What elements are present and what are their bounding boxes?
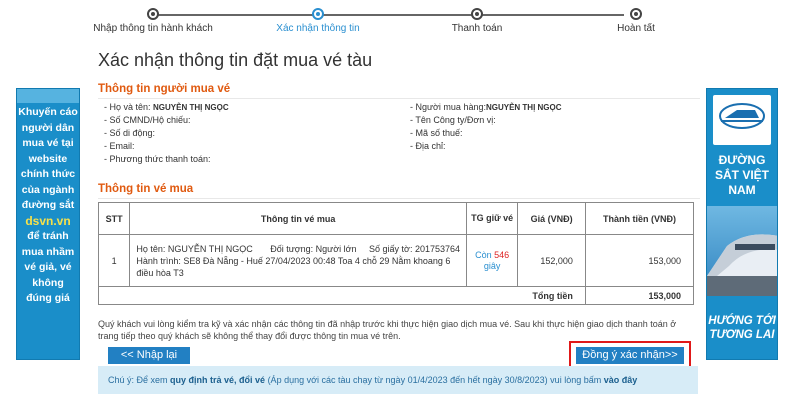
col-hold-time: TG giữ vé — [466, 202, 519, 235]
total-label: Tổng tiền — [98, 286, 586, 305]
page-title: Xác nhận thông tin đặt mua vé tàu — [98, 50, 373, 70]
right-ad-banner[interactable]: ĐƯỜNG SẮT VIỆT NAM HƯỚNG TỚI TƯƠNG LAI — [706, 88, 778, 360]
step-payment: Thanh toán — [402, 8, 552, 34]
buyer-info-left: - Họ và tên: NGUYỄN THỊ NGỌC - Số CMND/H… — [104, 101, 229, 166]
step-dot — [471, 8, 483, 20]
col-amount: Thành tiền (VNĐ) — [584, 202, 695, 235]
col-info: Thông tin vé mua — [129, 202, 468, 235]
buyer-name-value: NGUYỄN THỊ NGỌC — [153, 103, 229, 112]
step-dot — [312, 8, 324, 20]
step-confirm-info: Xác nhận thông tin — [243, 8, 393, 34]
re-enter-button[interactable]: << Nhập lại — [108, 347, 190, 364]
step-complete: Hoàn tất — [561, 8, 711, 34]
megaphone-icon — [17, 89, 79, 103]
tax-row: - Mã số thuế: — [410, 128, 463, 138]
train-image — [707, 206, 777, 296]
banner-left-text-2: để tránh mua nhầm vé giả, vé không đúng … — [21, 230, 75, 304]
buyer-phone-row: - Số di động: — [104, 128, 156, 138]
step-passenger-info: Nhập thông tin hành khách — [78, 8, 228, 34]
row-stt: 1 — [97, 234, 131, 287]
banner-right-slogan: HƯỚNG TỚI TƯƠNG LAI — [708, 315, 776, 341]
confirmation-note: Quý khách vui lòng kiểm tra kỹ và xác nh… — [98, 319, 677, 341]
col-price: Giá (VNĐ) — [517, 202, 586, 235]
banner-left-text-1: Khuyến cáo người dân mua vé tại website … — [18, 106, 78, 211]
refund-policy-notice: Chú ý: Để xem quy định trả vé, đổi vé (Á… — [98, 366, 698, 394]
banner-left-site: dsvn.vn — [25, 213, 71, 228]
buyer-id-row: - Số CMND/Hộ chiếu: — [104, 115, 191, 125]
total-row: Tổng tiền 153,000 — [98, 286, 695, 305]
row-amount: 153,000 — [584, 234, 695, 287]
divider — [98, 198, 700, 199]
buyer-section-title: Thông tin người mua vé — [98, 83, 231, 95]
hold-seconds: 546 — [494, 249, 510, 260]
booking-stepper: Nhập thông tin hành khách Xác nhận thông… — [88, 0, 700, 40]
left-ad-banner[interactable]: Khuyến cáo người dân mua vé tại website … — [16, 88, 80, 360]
buyer-info-right: - Người mua hàng:NGUYỄN THỊ NGỌC - Tên C… — [410, 101, 562, 153]
row-hold-countdown: Còn 546 giây — [466, 234, 519, 287]
buyer-payment-row: - Phương thức thanh toán: — [104, 154, 211, 164]
step-dot — [630, 8, 642, 20]
row-ticket-info: Họ tên: NGUYỄN THỊ NGỌC Đối tượng: Người… — [129, 234, 468, 287]
vietnam-railways-logo — [713, 95, 771, 145]
train-logo-icon — [719, 103, 765, 129]
buyer-email-row: - Email: — [104, 141, 135, 151]
total-value: 153,000 — [584, 286, 695, 305]
payer-value: NGUYỄN THỊ NGỌC — [485, 103, 562, 112]
row-price: 152,000 — [517, 234, 586, 287]
col-stt: STT — [97, 202, 131, 235]
ticket-table: STT Thông tin vé mua TG giữ vé Giá (VNĐ)… — [97, 202, 695, 305]
buyer-name-row: - Họ và tên: NGUYỄN THỊ NGỌC — [104, 102, 229, 112]
main-content: Nhập thông tin hành khách Xác nhận thông… — [88, 0, 700, 404]
divider — [98, 98, 700, 99]
step-dot — [147, 8, 159, 20]
ticket-section-title: Thông tin vé mua — [98, 183, 194, 195]
table-header-row: STT Thông tin vé mua TG giữ vé Giá (VNĐ)… — [97, 202, 695, 235]
click-here-link[interactable]: vào đây — [604, 375, 638, 385]
refund-policy-link[interactable]: quy định trả vé, đổi vé — [170, 375, 265, 385]
address-row: - Địa chỉ: — [410, 141, 446, 151]
confirm-button[interactable]: Đồng ý xác nhận>> — [576, 347, 684, 364]
payer-row: - Người mua hàng:NGUYỄN THỊ NGỌC — [410, 102, 562, 112]
banner-right-title: ĐƯỜNG SẮT VIỆT NAM — [714, 153, 769, 197]
company-row: - Tên Công ty/Đơn vị: — [410, 115, 496, 125]
table-row: 1 Họ tên: NGUYỄN THỊ NGỌC Đối tượng: Ngư… — [97, 234, 695, 287]
